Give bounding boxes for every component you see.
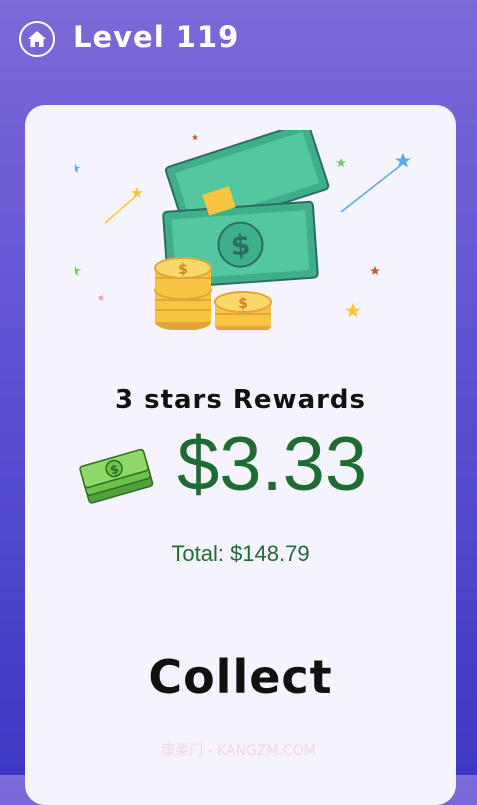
rewards-title: 3 stars Rewards [114,385,367,415]
top-bar: Level 119 [0,0,477,82]
home-button[interactable] [19,21,55,57]
level-title: Level 119 [73,20,240,54]
home-icon [28,31,46,47]
svg-text:$: $ [230,228,252,262]
collect-button[interactable]: Collect [125,650,356,710]
money-illustration: $ $ $ [75,130,411,330]
total-balance: Total: $148.79 [171,541,310,566]
watermark: 康栗门 - KANGZM.COM [161,743,316,759]
cash-stack-icon: $ [79,448,154,504]
svg-text:$: $ [238,296,248,312]
reward-card: $ $ $ 3 stars Rewards $ $3.33 Total: $14… [25,105,456,805]
reward-amount: $3.33 [177,422,368,507]
svg-text:$: $ [178,262,188,278]
